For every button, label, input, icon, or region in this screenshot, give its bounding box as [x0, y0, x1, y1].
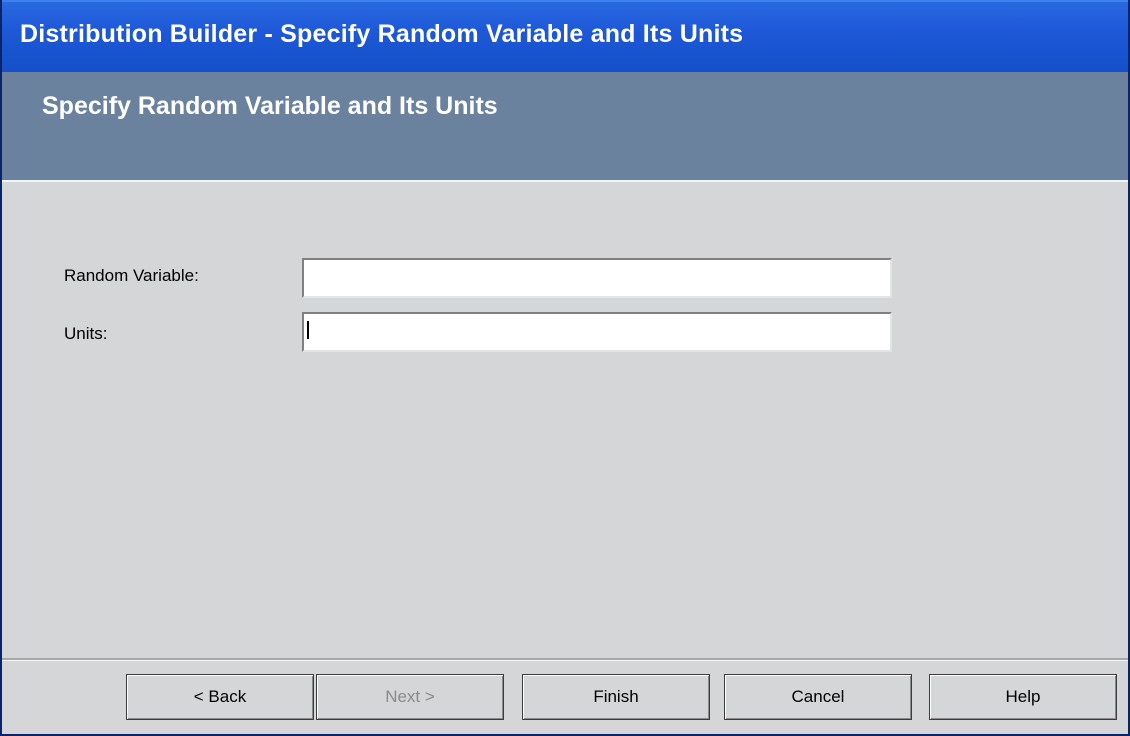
page-title: Specify Random Variable and Its Units — [42, 92, 498, 120]
title-bar[interactable]: Distribution Builder - Specify Random Va… — [2, 0, 1128, 72]
units-field-wrapper — [302, 312, 892, 352]
wizard-dialog: Distribution Builder - Specify Random Va… — [0, 0, 1130, 736]
units-input[interactable] — [302, 312, 892, 352]
wizard-content: Random Variable: Units: — [2, 182, 1128, 658]
back-button[interactable]: < Back — [126, 674, 314, 720]
random-variable-input[interactable] — [302, 258, 892, 298]
text-caret — [307, 321, 309, 339]
units-label: Units: — [64, 324, 108, 343]
finish-button[interactable]: Finish — [522, 674, 710, 720]
next-button[interactable]: Next > — [316, 674, 504, 720]
window-title: Distribution Builder - Specify Random Va… — [20, 20, 744, 48]
help-button[interactable]: Help — [929, 674, 1117, 720]
button-bar: < Back Next > Finish Cancel Help — [2, 661, 1128, 734]
wizard-header: Specify Random Variable and Its Units — [2, 72, 1128, 180]
random-variable-label: Random Variable: — [64, 266, 199, 285]
cancel-button[interactable]: Cancel — [724, 674, 912, 720]
